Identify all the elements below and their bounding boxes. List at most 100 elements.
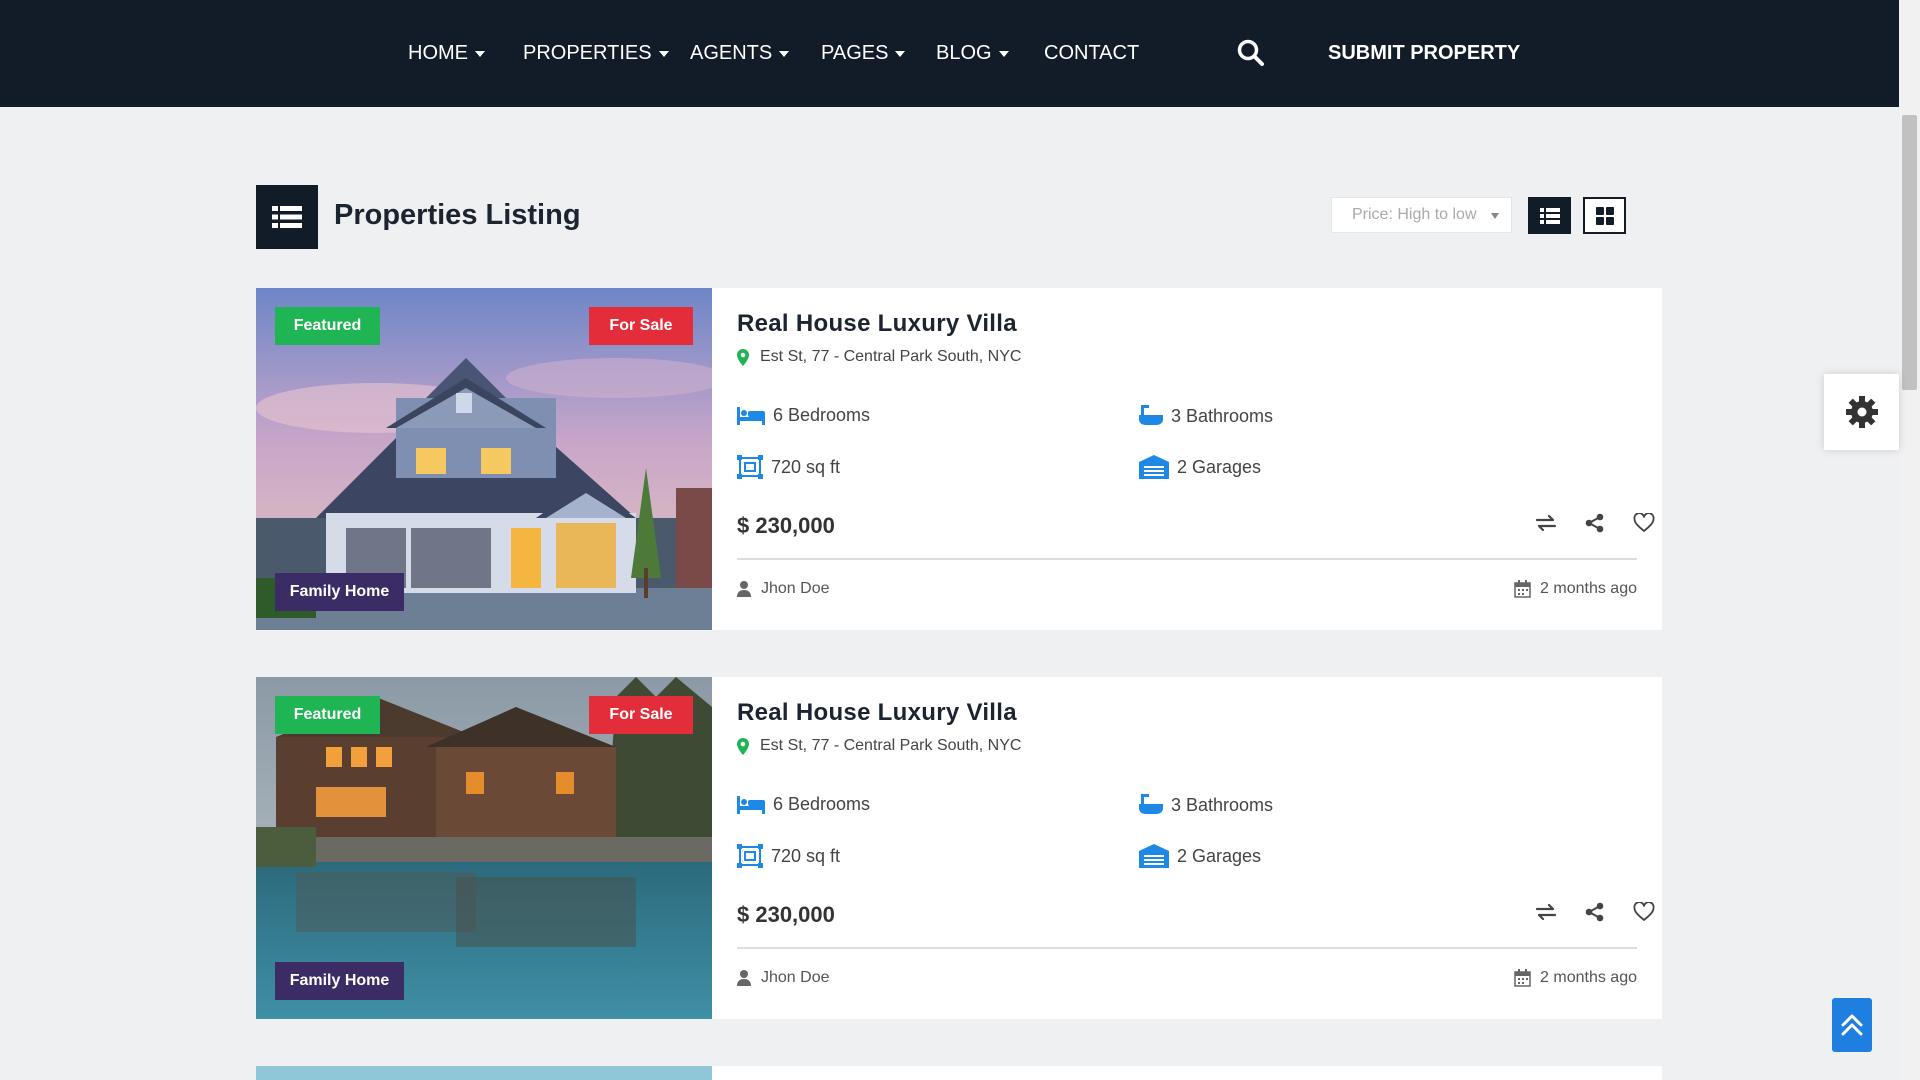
garages-feature: 2 Garages [1139,844,1261,868]
sort-select-value: Price: High to low [1352,206,1477,223]
garages-text: 2 Garages [1177,845,1262,866]
chevron-down-icon [658,50,669,57]
bedrooms-feature: 6 Bedrooms [737,794,870,815]
property-title[interactable]: Real House Luxury Villa [737,310,1017,338]
chevron-down-icon [1491,213,1499,219]
list-view-icon [1539,207,1560,224]
chevron-down-icon [998,50,1009,57]
map-marker-icon [737,348,749,366]
garages-feature: 2 Garages [1139,455,1261,479]
bedrooms-text: 6 Bedrooms [773,405,871,425]
nav-home-label: HOME [408,42,468,64]
calendar-icon [1514,580,1531,598]
garage-icon [1139,844,1169,868]
property-type-badge[interactable]: Family Home [275,573,404,611]
settings-panel-toggle[interactable] [1824,374,1899,450]
property-title[interactable]: Real House Luxury Villa [737,699,1017,727]
property-address: Est St, 77 - Central Park South, NYC [737,348,1021,366]
property-details: Real House Luxury Villa Est St, 77 - Cen… [737,677,1655,1019]
bathrooms-text: 3 Bathrooms [1171,794,1274,815]
user-icon [737,581,751,597]
area-feature: 720 sq ft [737,844,840,868]
scrollbar-thumb[interactable] [1902,115,1917,390]
garage-icon [1139,455,1169,479]
agent-name: Jhon Doe [761,580,830,597]
posted-date: 2 months ago [1514,580,1637,598]
user-icon [737,970,751,986]
for-sale-badge[interactable]: For Sale [589,696,693,734]
compare-icon[interactable] [1533,899,1559,925]
agent-link[interactable]: Jhon Doe [737,969,830,987]
featured-badge[interactable]: Featured [275,696,380,734]
bathrooms-text: 3 Bathrooms [1171,405,1274,426]
page-scrollbar[interactable] [1899,0,1920,1080]
bathtub-icon [1139,405,1163,425]
sort-select[interactable]: Price: High to low [1331,197,1512,233]
grid-view-icon [1595,206,1614,225]
chevron-down-icon [475,50,485,57]
bed-icon [737,795,765,814]
property-card: Featured For Sale Family Home Real House… [256,677,1662,1019]
list-icon [272,206,302,228]
listing-header-icon [256,185,318,249]
map-marker-icon [737,737,749,755]
bathtub-icon [1139,794,1163,814]
property-image[interactable] [256,1066,712,1080]
compare-icon[interactable] [1533,510,1559,536]
chevron-down-icon [779,50,790,57]
share-icon[interactable] [1582,510,1608,536]
nav-blog-label: BLOG [936,42,992,64]
property-details: Real House Luxury Villa Est St, 77 - Cen… [737,288,1655,630]
nav-blog[interactable]: BLOG [936,0,1009,107]
search-icon[interactable] [1236,38,1266,68]
bathrooms-feature: 3 Bathrooms [1139,405,1273,427]
grid-view-button[interactable] [1583,197,1626,234]
nav-pages[interactable]: PAGES [821,0,906,107]
posted-date: 2 months ago [1514,969,1637,987]
nav-home[interactable]: HOME [408,0,485,107]
nav-properties[interactable]: PROPERTIES [523,0,669,107]
property-address: Est St, 77 - Central Park South, NYC [737,737,1021,755]
chevron-down-icon [895,50,906,57]
property-card [256,1066,1662,1080]
bathrooms-feature: 3 Bathrooms [1139,794,1273,816]
posted-text: 2 months ago [1540,580,1637,597]
top-navbar: HOME PROPERTIES AGENTS PAGES BLOG CONTAC… [0,0,1899,107]
nav-agents[interactable]: AGENTS [690,0,790,107]
nav-contact-label: CONTACT [1044,42,1140,64]
agent-name: Jhon Doe [761,969,830,986]
bed-icon [737,406,765,425]
bedrooms-text: 6 Bedrooms [773,794,871,814]
area-icon [737,844,763,868]
area-text: 720 sq ft [771,845,841,866]
share-icon[interactable] [1582,899,1608,925]
for-sale-badge[interactable]: For Sale [589,307,693,345]
heart-icon[interactable] [1631,510,1657,536]
scroll-to-top-button[interactable] [1832,998,1872,1052]
bedrooms-feature: 6 Bedrooms [737,405,870,426]
agent-link[interactable]: Jhon Doe [737,580,830,598]
area-text: 720 sq ft [771,456,841,477]
property-type-badge[interactable]: Family Home [275,962,404,1000]
submit-property-link[interactable]: SUBMIT PROPERTY [1328,0,1520,107]
nav-agents-label: AGENTS [690,42,773,64]
calendar-icon [1514,969,1531,987]
heart-icon[interactable] [1631,899,1657,925]
address-text: Est St, 77 - Central Park South, NYC [760,348,1022,365]
gear-icon [1845,396,1878,428]
address-text: Est St, 77 - Central Park South, NYC [760,737,1022,754]
nav-pages-label: PAGES [821,42,889,64]
page-title: Properties Listing [334,199,581,231]
property-image[interactable]: Featured For Sale Family Home [256,288,712,630]
nav-contact[interactable]: CONTACT [1044,0,1139,107]
card-divider [737,558,1637,560]
posted-text: 2 months ago [1540,969,1637,986]
double-chevron-up-icon [1841,1014,1863,1036]
nav-properties-label: PROPERTIES [523,42,652,64]
property-image[interactable]: Featured For Sale Family Home [256,677,712,1019]
property-price: $ 230,000 [737,902,835,927]
area-icon [737,455,763,479]
list-view-button[interactable] [1528,197,1571,234]
garages-text: 2 Garages [1177,456,1262,477]
featured-badge[interactable]: Featured [275,307,380,345]
